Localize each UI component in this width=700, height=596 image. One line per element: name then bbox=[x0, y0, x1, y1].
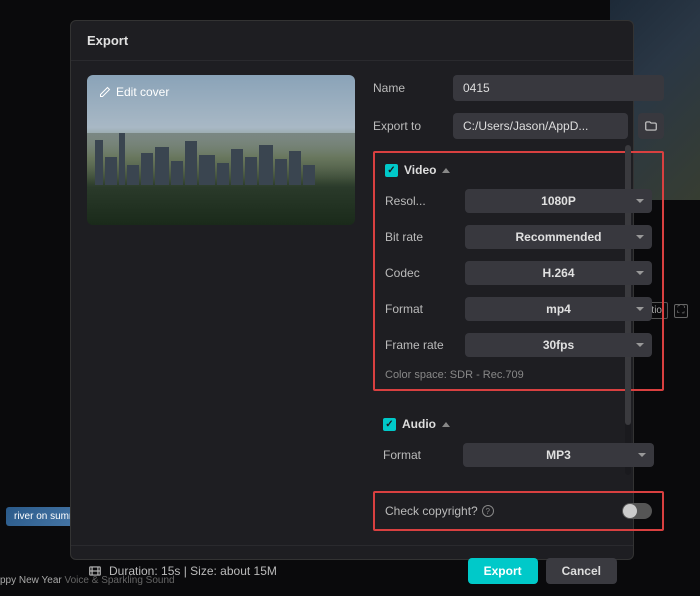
info-icon[interactable]: ? bbox=[482, 505, 494, 517]
audio-format-label: Format bbox=[383, 448, 453, 462]
audio-section-header[interactable]: Audio bbox=[383, 417, 654, 431]
cancel-button[interactable]: Cancel bbox=[546, 558, 617, 584]
video-section-title: Video bbox=[404, 163, 436, 177]
codec-dropdown[interactable]: H.264 bbox=[465, 261, 652, 285]
framerate-label: Frame rate bbox=[385, 338, 455, 352]
film-icon bbox=[87, 564, 103, 578]
edit-cover-label: Edit cover bbox=[116, 85, 169, 99]
audio-section-title: Audio bbox=[402, 417, 436, 431]
video-checkbox[interactable] bbox=[385, 164, 398, 177]
edit-cover-button[interactable]: Edit cover bbox=[99, 85, 169, 99]
dialog-footer: Duration: 15s | Size: about 15M Export C… bbox=[71, 545, 633, 596]
export-meta: Duration: 15s | Size: about 15M bbox=[87, 564, 277, 578]
copyright-section: Check copyright? ? bbox=[373, 491, 664, 531]
audio-format-dropdown[interactable]: MP3 bbox=[463, 443, 654, 467]
export-dialog: Export bbox=[70, 20, 634, 560]
color-space-text: Color space: SDR - Rec.709 bbox=[385, 369, 652, 381]
resolution-label: Resol... bbox=[385, 194, 455, 208]
name-label: Name bbox=[373, 81, 443, 95]
bitrate-dropdown[interactable]: Recommended bbox=[465, 225, 652, 249]
export-to-label: Export to bbox=[373, 119, 443, 133]
dialog-body: Edit cover Name Export to Video bbox=[71, 61, 633, 545]
audio-checkbox[interactable] bbox=[383, 418, 396, 431]
format-dropdown[interactable]: mp4 bbox=[465, 297, 652, 321]
left-column: Edit cover bbox=[87, 75, 359, 531]
cover-preview: Edit cover bbox=[87, 75, 355, 225]
audio-section: Audio Format MP3 bbox=[373, 407, 664, 487]
framerate-dropdown[interactable]: 30fps bbox=[465, 333, 652, 357]
format-label: Format bbox=[385, 302, 455, 316]
caret-up-icon bbox=[442, 168, 450, 173]
video-section-header[interactable]: Video bbox=[385, 163, 652, 177]
pencil-icon bbox=[99, 86, 111, 98]
copyright-toggle[interactable] bbox=[622, 503, 652, 519]
meta-text: Duration: 15s | Size: about 15M bbox=[109, 564, 277, 578]
dialog-title: Export bbox=[71, 21, 633, 61]
codec-label: Codec bbox=[385, 266, 455, 280]
name-input[interactable] bbox=[453, 75, 664, 101]
folder-icon bbox=[644, 119, 658, 133]
caret-up-icon bbox=[442, 422, 450, 427]
copyright-label: Check copyright? bbox=[385, 504, 478, 518]
video-section: Video Resol... 1080P Bit rate Recommende… bbox=[373, 151, 664, 391]
resolution-dropdown[interactable]: 1080P bbox=[465, 189, 652, 213]
fullscreen-icon[interactable]: ⛶ bbox=[674, 304, 688, 318]
export-button[interactable]: Export bbox=[468, 558, 538, 584]
browse-folder-button[interactable] bbox=[638, 113, 664, 139]
bitrate-label: Bit rate bbox=[385, 230, 455, 244]
export-to-input[interactable] bbox=[453, 113, 628, 139]
right-column: Name Export to Video Resol... 1080P bbox=[359, 75, 670, 531]
